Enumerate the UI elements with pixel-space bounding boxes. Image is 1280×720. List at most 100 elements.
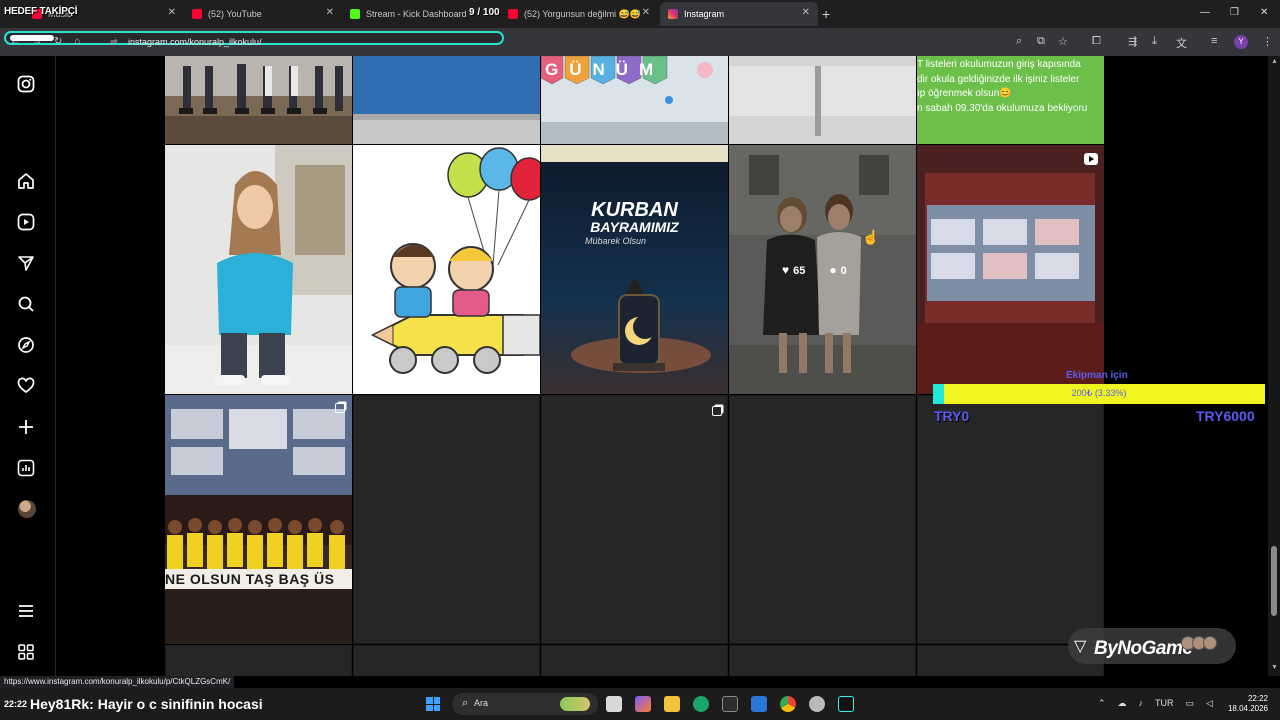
address-url[interactable]: instagram.com/konuralp_ilkokulu/ [128, 37, 262, 47]
donation-progress-bar: 200₺ (3.33%) [933, 384, 1265, 404]
instagram-sidebar [0, 56, 56, 676]
zoom-icon[interactable]: ⌕ [1016, 35, 1022, 48]
chat-message: Hey81Rk: Hayir o c sinifinin hocasi [30, 696, 263, 712]
translate-icon[interactable]: 文 [1176, 35, 1187, 51]
page-scrollbar[interactable]: ▲ ▼ [1268, 56, 1280, 676]
sidebar-icon[interactable]: ⇶ [1128, 35, 1137, 48]
volume-icon[interactable]: ◁ [1206, 698, 1213, 709]
browser-tab-bar: Music ✕ (52) YouTube ✕ Stream - Kick Das… [0, 0, 1280, 28]
download-icon[interactable]: ⤓ [1152, 35, 1157, 48]
post-thumbnail-loading[interactable] [729, 645, 916, 676]
clock-time: 22:22 [1247, 694, 1268, 703]
post-grid: GÜNÜM T listeleri okulumuzun giriş kapıs… [165, 56, 1104, 676]
reel-icon [1084, 153, 1098, 165]
cast-icon[interactable]: ⧉ [1037, 35, 1045, 48]
chevron-up-icon[interactable]: ⌃ [1098, 698, 1106, 709]
tiktok-icon[interactable] [838, 696, 854, 712]
post-thumbnail-loading[interactable] [541, 395, 728, 644]
tab-youtube-video[interactable]: (52) Yorgunsun değilmi 😅😅 ✕ [500, 2, 658, 26]
post-thumbnail-loading[interactable] [353, 645, 540, 676]
post-thumbnail-blue-wall[interactable] [353, 56, 540, 144]
task-view-icon[interactable] [606, 696, 622, 712]
edge-icon[interactable] [693, 696, 709, 712]
forward-icon[interactable]: → [32, 36, 42, 47]
tab-youtube[interactable]: (52) YouTube ✕ [184, 2, 342, 26]
direct-icon[interactable] [17, 254, 35, 272]
post-thumbnail-kurban-bayrami[interactable]: KURBAN BAYRAMIMIZ Mübarek Olsun [541, 145, 728, 394]
instagram-favicon-icon [668, 9, 678, 19]
bynogame-avatars [1181, 636, 1217, 650]
post-thumbnail-loading[interactable] [541, 645, 728, 676]
post-thumbnail-kids-pencil-car[interactable] [353, 145, 540, 394]
menu-icon[interactable] [17, 602, 35, 620]
comment-bubble-icon: ● [829, 263, 837, 277]
threads-icon[interactable] [17, 643, 35, 661]
chrome-icon[interactable] [780, 696, 796, 712]
reading-list-icon[interactable]: ≡ [1211, 35, 1217, 47]
post-thumbnail-loading[interactable] [353, 395, 540, 644]
post-thumbnail-loading[interactable] [917, 395, 1104, 644]
file-explorer-icon[interactable] [664, 696, 680, 712]
search-icon: ⌕ [462, 697, 469, 709]
windows-start-icon[interactable] [426, 697, 440, 711]
new-tab-button[interactable]: + [822, 6, 830, 22]
instagram-logo-icon[interactable] [17, 75, 35, 93]
post-hover-stats: ♥ 65 ● 0 [782, 263, 847, 277]
language-indicator[interactable]: TUR [1155, 698, 1174, 709]
obs-icon[interactable] [809, 696, 825, 712]
copilot-icon[interactable] [635, 696, 651, 712]
kick-favicon-icon [350, 9, 360, 19]
bookmark-star-icon[interactable]: ☆ [1058, 35, 1068, 48]
close-icon[interactable]: ✕ [326, 7, 334, 18]
post-thumbnail-banner[interactable]: GÜNÜM [541, 56, 728, 144]
scroll-up-icon[interactable]: ▲ [1271, 58, 1278, 65]
post-thumbnail-loading[interactable] [729, 395, 916, 644]
profile-content: GÜNÜM T listeleri okulumuzun giriş kapıs… [57, 56, 1268, 676]
stream-overlay-follower-count: 9 / 100 [469, 7, 500, 18]
scroll-thumb[interactable] [1271, 546, 1277, 616]
close-window-icon[interactable]: ✕ [1260, 7, 1268, 18]
site-info-icon[interactable]: ⇌ [110, 37, 118, 48]
post-thumbnail-students-feet[interactable] [165, 56, 352, 144]
tab-title: (52) YouTube [208, 9, 262, 19]
home-icon[interactable]: ⌂ [74, 36, 80, 47]
minimize-icon[interactable]: — [1200, 7, 1210, 18]
taskbar-clock[interactable]: 22:22 18.04.2026 [1224, 694, 1268, 714]
post-thumbnail-presentation-screen[interactable] [917, 145, 1104, 394]
home-icon[interactable] [17, 172, 35, 190]
banner-letters: GÜNÜM [545, 60, 664, 79]
extensions-icon[interactable]: ⧠ [1092, 35, 1101, 48]
post-thumbnail-loading[interactable] [165, 645, 352, 676]
reels-icon[interactable] [17, 213, 35, 231]
scroll-down-icon[interactable]: ▼ [1271, 664, 1278, 671]
post-thumbnail-announcement[interactable]: T listeleri okulumuzun giriş kapısında d… [917, 56, 1104, 144]
post-thumbnail-girl-blue-shirt[interactable] [165, 145, 352, 394]
profile-avatar[interactable] [18, 500, 36, 518]
store-icon[interactable] [722, 696, 738, 712]
mouse-cursor-icon: ☝ [862, 229, 880, 245]
explore-icon[interactable] [17, 336, 35, 354]
post-thumbnail-corridor[interactable] [729, 56, 916, 144]
announcement-line: n sabah 09.30'da okulumuza bekliyoru [917, 102, 1088, 114]
network-icon[interactable]: ▭ [1186, 698, 1195, 709]
youtube-favicon-icon [508, 9, 518, 19]
create-icon[interactable] [17, 418, 35, 436]
heart-icon[interactable] [17, 377, 35, 395]
onedrive-icon[interactable]: ☁ [1118, 698, 1127, 709]
search-icon[interactable] [17, 295, 35, 313]
tab-instagram[interactable]: Instagram ✕ [660, 2, 818, 26]
more-menu-icon[interactable]: ⋮ [1262, 35, 1273, 48]
close-icon[interactable]: ✕ [168, 7, 176, 18]
taskbar-search[interactable]: ⌕ Ara [452, 693, 598, 715]
post-thumbnail-school-show[interactable]: NE OLSUN TAŞ BAŞ ÜS [165, 395, 352, 644]
reload-icon[interactable]: ↻ [54, 36, 62, 47]
mail-icon[interactable] [751, 696, 767, 712]
close-icon[interactable]: ✕ [642, 7, 650, 18]
restore-icon[interactable]: ❐ [1230, 7, 1239, 18]
close-icon[interactable]: ✕ [802, 7, 810, 18]
profile-avatar-icon[interactable]: Y [1234, 35, 1248, 49]
tab-title: Instagram [684, 9, 725, 19]
dashboard-icon[interactable] [17, 459, 35, 477]
microphone-icon[interactable]: ♪ [1139, 698, 1144, 709]
back-icon[interactable]: ← [10, 36, 20, 47]
